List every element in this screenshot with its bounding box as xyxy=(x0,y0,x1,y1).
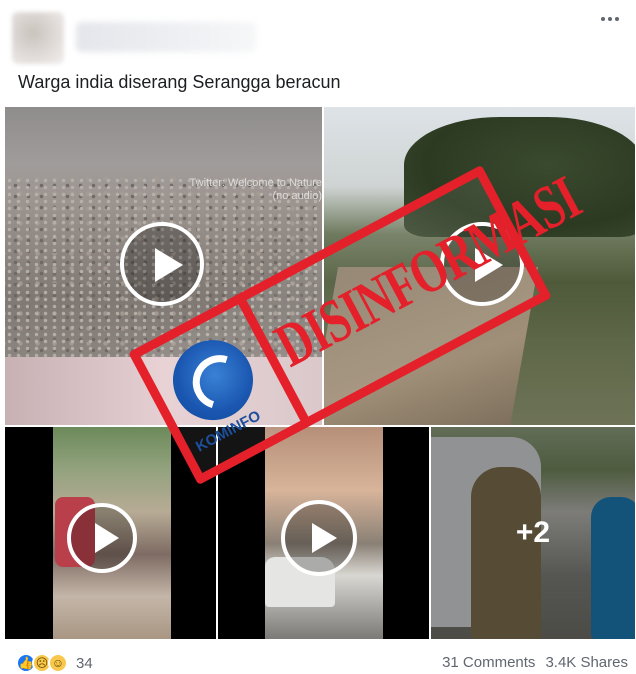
more-media-count[interactable]: +2 xyxy=(431,427,635,639)
more-options-icon[interactable] xyxy=(598,10,622,28)
video-2-trees xyxy=(404,117,635,237)
media-grid: Twitter: Welcome to Nature (no audio) +2 xyxy=(5,107,635,639)
video-4-car xyxy=(265,557,335,607)
video-tile-1[interactable]: Twitter: Welcome to Nature (no audio) xyxy=(5,107,322,425)
video-watermark: Twitter: Welcome to Nature (no audio) xyxy=(189,177,322,202)
author-avatar[interactable] xyxy=(12,12,64,64)
reaction-count[interactable]: 34 xyxy=(76,655,93,672)
video-tile-3[interactable] xyxy=(5,427,216,639)
post-caption: Warga india diserang Serangga beracun xyxy=(18,72,341,92)
video-tile-4[interactable] xyxy=(218,427,429,639)
post-header xyxy=(10,8,626,66)
video-1-thumbnail xyxy=(5,177,322,357)
video-3-person xyxy=(55,497,95,567)
media-tile-more[interactable]: +2 xyxy=(431,427,635,639)
shares-count-link[interactable]: 3.4K Shares xyxy=(545,654,628,671)
video-2-path xyxy=(324,267,539,425)
video-1-bottom-band xyxy=(5,357,322,425)
author-name-blurred[interactable] xyxy=(76,22,256,52)
video-tile-2[interactable] xyxy=(324,107,635,425)
post-stats: 31 Comments 3.4K Shares xyxy=(442,654,628,671)
comments-count-link[interactable]: 31 Comments xyxy=(442,654,535,671)
haha-icon: ☺ xyxy=(48,653,68,673)
video-4-thumbnail xyxy=(265,427,383,639)
reactions-summary[interactable]: 👍 ☹ ☺ 34 xyxy=(16,652,93,674)
